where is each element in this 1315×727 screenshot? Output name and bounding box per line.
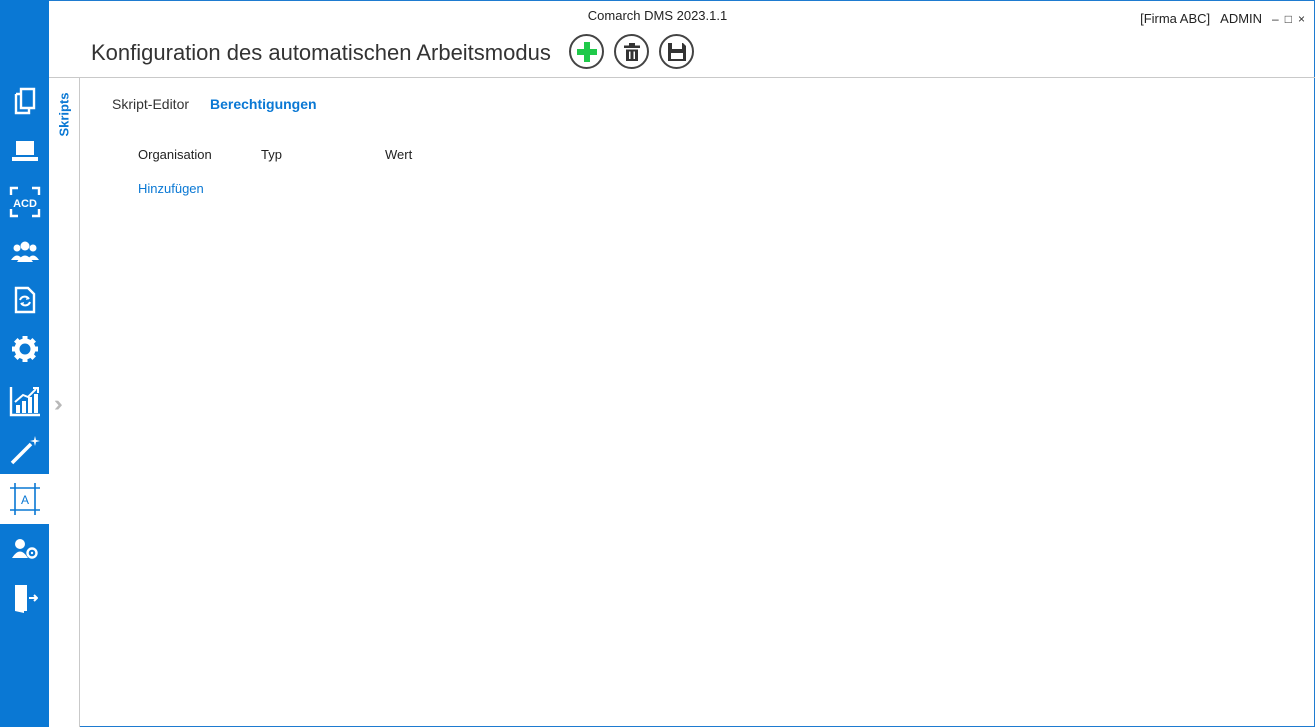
workflow-document-icon xyxy=(14,286,35,314)
user-settings-icon xyxy=(11,539,38,559)
window-title: Comarch DMS 2023.1.1 xyxy=(587,8,728,23)
nav-user-settings[interactable] xyxy=(0,527,49,571)
tab-skript-editor[interactable]: Skript-Editor xyxy=(112,96,189,112)
side-tab-skripts[interactable]: Skripts xyxy=(52,84,76,144)
nav-acd[interactable]: ACD xyxy=(0,180,49,224)
close-button[interactable]: × xyxy=(1298,12,1305,26)
documents-icon xyxy=(14,87,35,115)
nav-ocr-templates[interactable]: A xyxy=(0,474,49,524)
user-label: ADMIN xyxy=(1220,11,1263,26)
minimize-button[interactable]: – xyxy=(1272,12,1279,26)
expand-panel-chevron-icon[interactable]: ›› xyxy=(54,391,62,417)
floppy-icon xyxy=(667,42,686,61)
plus-icon xyxy=(576,41,597,62)
toolbar xyxy=(569,34,694,69)
nav-workstation[interactable] xyxy=(0,129,49,173)
page-title: Konfiguration des automatischen Arbeitsm… xyxy=(91,40,551,65)
window-controls: – □ × xyxy=(1272,12,1305,26)
magic-wand-icon xyxy=(10,436,40,465)
column-header-organisation: Organisation xyxy=(138,147,212,162)
column-header-wert: Wert xyxy=(385,147,413,162)
maximize-button[interactable]: □ xyxy=(1285,12,1292,26)
trash-icon xyxy=(623,42,640,61)
ocr-frame-icon: A xyxy=(9,483,40,515)
delete-button[interactable] xyxy=(614,34,649,69)
side-tab-label: Skripts xyxy=(56,91,72,137)
ocr-frame-icon-label: A xyxy=(20,493,28,507)
app-window xyxy=(0,0,1315,727)
add-button[interactable] xyxy=(569,34,604,69)
nav-settings[interactable] xyxy=(0,327,49,371)
nav-reports[interactable] xyxy=(0,379,49,423)
column-header-typ: Typ xyxy=(261,147,282,162)
acd-icon: ACD xyxy=(9,186,40,218)
nav-users[interactable] xyxy=(0,230,49,274)
laptop-icon xyxy=(11,141,38,161)
main-nav-bar: ACD A xyxy=(0,0,49,727)
add-permission-link[interactable]: Hinzufügen xyxy=(138,181,204,196)
tab-berechtigungen[interactable]: Berechtigungen xyxy=(210,96,317,112)
chart-icon xyxy=(9,387,40,417)
acd-icon-label: ACD xyxy=(13,198,37,210)
nav-workflow[interactable] xyxy=(0,278,49,322)
header-divider xyxy=(49,77,1315,78)
save-button[interactable] xyxy=(659,34,694,69)
gear-icon xyxy=(11,336,38,362)
nav-logout[interactable] xyxy=(0,576,49,620)
nav-wizard[interactable] xyxy=(0,428,49,472)
users-icon xyxy=(10,241,39,262)
exit-door-icon xyxy=(14,585,38,613)
window-header-right: [Firma ABC] ADMIN – □ × xyxy=(1140,11,1305,26)
company-label: [Firma ABC] xyxy=(1140,11,1211,26)
nav-documents[interactable] xyxy=(0,79,49,123)
